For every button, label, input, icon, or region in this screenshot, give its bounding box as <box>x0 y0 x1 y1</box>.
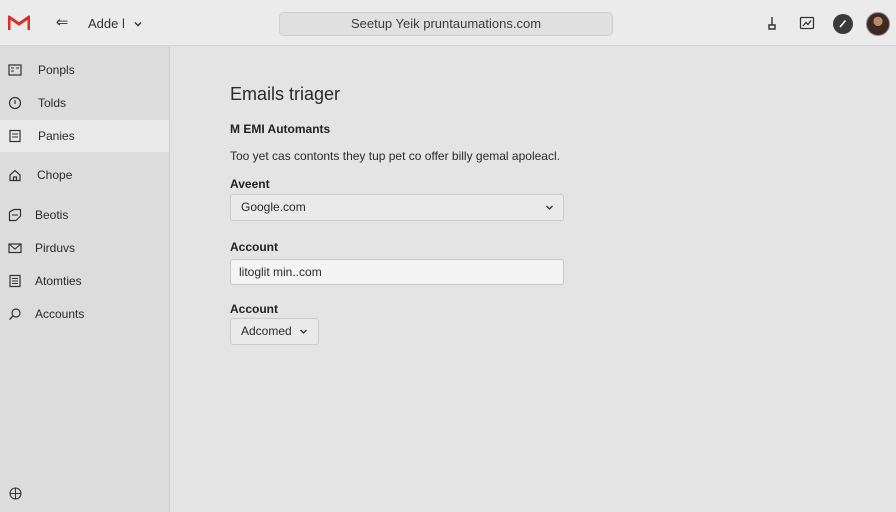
account-label: Adde l <box>88 16 125 31</box>
sidebar-item-tolds[interactable]: Tolds <box>0 87 169 119</box>
field-label-account: Account <box>230 240 278 254</box>
account-switcher[interactable]: Adde l <box>88 15 143 33</box>
tag-icon <box>8 208 22 222</box>
account-type-select-value: Adcomed <box>241 324 292 338</box>
sidebar-item-accounts[interactable]: Accounts <box>0 298 169 330</box>
sidebar-item-label: Atomties <box>35 274 82 288</box>
account-input[interactable] <box>230 259 564 285</box>
sidebar-item-label: Ponpls <box>38 63 75 77</box>
inbox-icon <box>8 64 22 76</box>
section-title: M EMI Automants <box>230 122 331 136</box>
field-label-aveent: Aveent <box>230 177 270 191</box>
sidebar-item-label: Chope <box>37 168 73 182</box>
mail-icon <box>8 243 22 254</box>
globe-icon[interactable] <box>9 487 22 500</box>
aveent-select[interactable]: Google.com <box>230 194 564 221</box>
description-text: Too yet cas contonts they tup pet co off… <box>230 149 560 163</box>
document-icon <box>9 129 21 143</box>
key-icon[interactable] <box>763 14 781 32</box>
gmail-logo-icon[interactable] <box>8 14 30 32</box>
home-icon <box>9 169 21 182</box>
sidebar-item-atomties[interactable]: Atomties <box>0 265 169 297</box>
edit-icon[interactable] <box>833 14 853 34</box>
chevron-down-icon <box>546 205 553 210</box>
sidebar-item-label: Beotis <box>35 208 69 222</box>
info-icon <box>8 96 22 110</box>
sidebar-item-label: Accounts <box>35 307 85 321</box>
sidebar-item-label: Tolds <box>38 96 67 110</box>
sidebar-item-ponpls[interactable]: Ponpls <box>0 54 169 86</box>
avatar[interactable] <box>866 12 890 36</box>
sidebar-item-pirduvs[interactable]: Pirduvs <box>0 232 169 264</box>
chart-icon[interactable] <box>798 14 816 32</box>
top-bar: ⇐ Adde l Seetup Yeik pruntaumations.com <box>0 0 896 46</box>
sidebar-item-beotis[interactable]: Beotis <box>0 199 169 231</box>
account-type-select[interactable]: Adcomed <box>230 318 319 345</box>
sidebar-item-label: Pirduvs <box>35 241 76 255</box>
main-content: Emails triager M EMI Automants Too yet c… <box>171 46 896 512</box>
sidebar: Ponpls Tolds Panies Chope Beotis Pirduvs… <box>0 46 170 512</box>
page-title: Emails triager <box>230 84 341 104</box>
chevron-down-icon <box>300 329 307 334</box>
back-arrow-icon[interactable]: ⇐ <box>52 13 72 33</box>
field-label-account-2: Account <box>230 302 278 316</box>
sidebar-item-chope[interactable]: Chope <box>0 159 169 191</box>
search-bar[interactable]: Seetup Yeik pruntaumations.com <box>279 12 613 36</box>
search-icon <box>9 308 21 320</box>
list-icon <box>9 274 21 288</box>
aveent-select-value: Google.com <box>241 200 306 214</box>
sidebar-item-label: Panies <box>38 129 75 143</box>
chevron-down-icon <box>134 22 142 27</box>
sidebar-item-panies[interactable]: Panies <box>0 120 169 152</box>
